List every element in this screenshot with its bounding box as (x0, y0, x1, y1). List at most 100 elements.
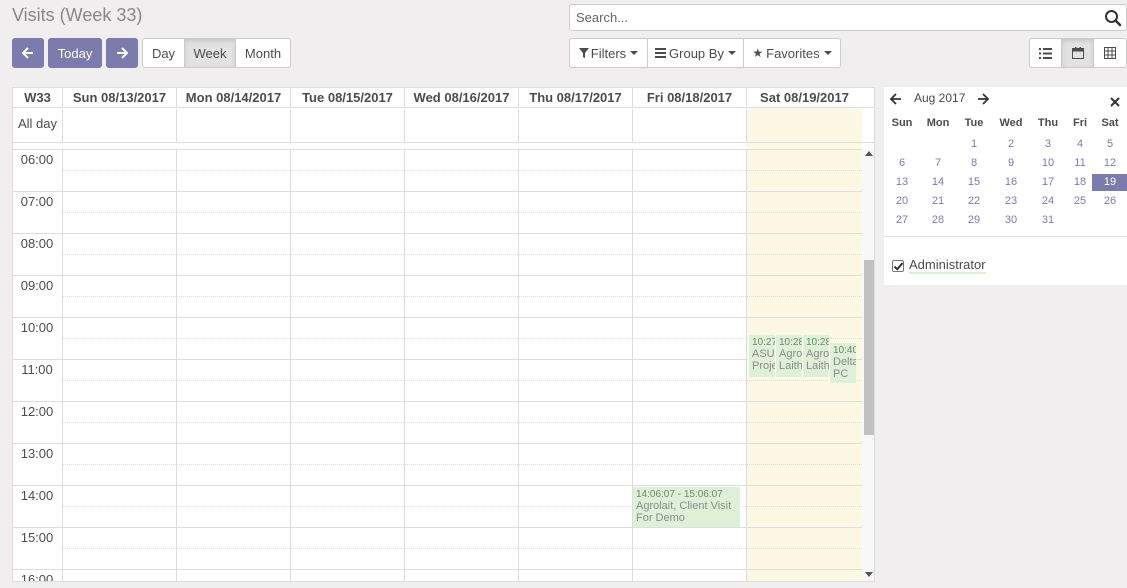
calendar-event[interactable]: 10:27 ASUS Proje (748, 335, 775, 377)
day-header[interactable]: Thu 08/17/2017 (518, 88, 632, 108)
event-title: ASUS Proje (752, 348, 775, 372)
mini-calendar-day[interactable]: 19 (1092, 174, 1127, 191)
event-time: 10:28: (806, 337, 829, 348)
time-label: 09:00 (20, 278, 54, 293)
mini-calendar-day[interactable]: 30 (993, 212, 1029, 229)
calendar-icon (1071, 47, 1084, 59)
mini-calendar-day[interactable]: 31 (1030, 212, 1066, 229)
time-label: 06:00 (20, 152, 54, 167)
mini-calendar-day[interactable]: 2 (993, 136, 1029, 153)
calendar-event[interactable]: 14:06:07 - 15:06:07 Agrolait, Client Vis… (633, 487, 740, 527)
calendar-header: W33 Sun 08/13/2017 Mon 08/14/2017 Tue 08… (13, 88, 874, 108)
event-title: Delta PC (833, 356, 856, 380)
time-label: 14:00 (20, 488, 54, 503)
day-header[interactable]: Sat 08/19/2017 (746, 88, 862, 108)
time-label: 11:00 (21, 362, 53, 377)
attendee-filter[interactable]: Administrator (892, 257, 986, 274)
day-view-button[interactable]: Day (142, 38, 185, 68)
mini-calendar-day[interactable]: 17 (1030, 174, 1066, 191)
list-view-icon (1039, 47, 1052, 59)
search-icon[interactable] (1104, 9, 1122, 27)
scroll-up-icon[interactable] (865, 151, 873, 156)
mini-calendar-day[interactable]: 24 (1030, 193, 1066, 210)
mini-calendar-day[interactable]: 6 (884, 155, 920, 172)
mini-calendar-day[interactable]: 16 (993, 174, 1029, 191)
allday-row[interactable]: All day (13, 109, 874, 143)
time-label: 13:00 (20, 446, 54, 461)
event-time: 10:28 (779, 337, 802, 348)
mini-calendar-day[interactable]: 3 (1030, 136, 1066, 153)
calendar-view-button[interactable] (1061, 38, 1094, 68)
mini-calendar-day[interactable]: 26 (1092, 193, 1127, 210)
day-header[interactable]: Mon 08/14/2017 (176, 88, 290, 108)
scrollbar-thumb[interactable] (864, 260, 874, 435)
mini-calendar-day[interactable]: 29 (956, 212, 992, 229)
calendar-event[interactable]: 10:28: Agrol Laith (802, 335, 829, 377)
caret-down-icon (727, 51, 736, 55)
attendee-checkbox[interactable] (892, 259, 904, 272)
filter-icon (578, 48, 589, 58)
day-header[interactable]: Tue 08/15/2017 (290, 88, 404, 108)
mini-calendar-day[interactable]: 23 (993, 193, 1029, 210)
weekday-header: Thu (1037, 117, 1059, 129)
event-time: 10:27 (752, 337, 775, 348)
mini-calendar-day[interactable]: 5 (1092, 136, 1127, 153)
mini-calendar-day[interactable]: 8 (956, 155, 992, 172)
filters-button[interactable]: Filters (569, 38, 648, 68)
prev-month-icon[interactable] (890, 91, 902, 107)
page-title: Visits (Week 33) (12, 5, 143, 25)
close-icon[interactable] (1110, 94, 1120, 110)
week-view-button[interactable]: Week (184, 38, 236, 68)
mini-calendar-day[interactable]: 13 (884, 174, 920, 191)
pivot-view-button[interactable] (1093, 38, 1127, 68)
table-icon (1104, 47, 1116, 59)
weekday-header: Wed (999, 117, 1023, 129)
favorites-button[interactable]: ★ Favorites (743, 38, 841, 68)
time-label: 12:00 (20, 404, 54, 419)
time-grid[interactable]: 06:00 07:00 08:00 09:00 10:00 11:00 12:0… (13, 149, 862, 581)
event-time: 14:06:07 - 15:06:07 (636, 489, 723, 500)
mini-calendar-day[interactable]: 15 (956, 174, 992, 191)
mini-calendar-day[interactable]: 22 (956, 193, 992, 210)
mini-calendar-day[interactable]: 12 (1092, 155, 1127, 172)
time-label: 10:00 (20, 320, 54, 335)
mini-calendar-day[interactable]: 28 (920, 212, 956, 229)
day-header[interactable]: Sun 08/13/2017 (62, 88, 176, 108)
caret-down-icon (630, 51, 639, 55)
mini-calendar-day[interactable]: 21 (920, 193, 956, 210)
mini-calendar: Aug 2017 Sun Mon Tue Wed Thu Fri Sat 123… (884, 87, 1127, 285)
today-button[interactable]: Today (48, 38, 102, 68)
divider (884, 236, 1127, 237)
weekday-header: Tue (964, 117, 984, 129)
search-input[interactable] (570, 5, 1090, 30)
mini-calendar-day[interactable]: 1 (956, 136, 992, 153)
mini-calendar-day[interactable]: 9 (993, 155, 1029, 172)
mini-calendar-day[interactable]: 7 (920, 155, 956, 172)
scroll-down-icon[interactable] (865, 572, 873, 577)
calendar-event[interactable]: 10:40 Delta PC (829, 343, 856, 383)
previous-button[interactable] (12, 38, 44, 68)
caret-down-icon (823, 51, 832, 55)
mini-calendar-day[interactable]: 27 (884, 212, 920, 229)
weekday-header: Sat (1101, 117, 1119, 129)
favorites-label: Favorites (766, 45, 820, 61)
day-header[interactable]: Wed 08/16/2017 (404, 88, 518, 108)
calendar-event[interactable]: 10:28 Agrol Laith (775, 335, 802, 377)
next-button[interactable] (106, 38, 138, 68)
next-month-icon[interactable] (977, 91, 989, 107)
event-time: 10:40 (833, 345, 856, 356)
day-header[interactable]: Fri 08/18/2017 (632, 88, 746, 108)
filters-label: Filters (590, 45, 627, 61)
time-label: 07:00 (20, 194, 54, 209)
mini-calendar-day[interactable]: 14 (920, 174, 956, 191)
search-box[interactable] (569, 4, 1127, 31)
month-view-button[interactable]: Month (235, 38, 291, 68)
event-title: Agrolait, Client Visit For Demo (636, 500, 732, 524)
group-by-label: Group By (669, 45, 724, 61)
time-label: 08:00 (20, 236, 54, 251)
list-view-button[interactable] (1029, 38, 1062, 68)
group-by-button[interactable]: Group By (647, 38, 744, 68)
week-calendar: W33 Sun 08/13/2017 Mon 08/14/2017 Tue 08… (12, 87, 875, 582)
mini-calendar-day[interactable]: 10 (1030, 155, 1066, 172)
mini-calendar-day[interactable]: 20 (884, 193, 920, 210)
